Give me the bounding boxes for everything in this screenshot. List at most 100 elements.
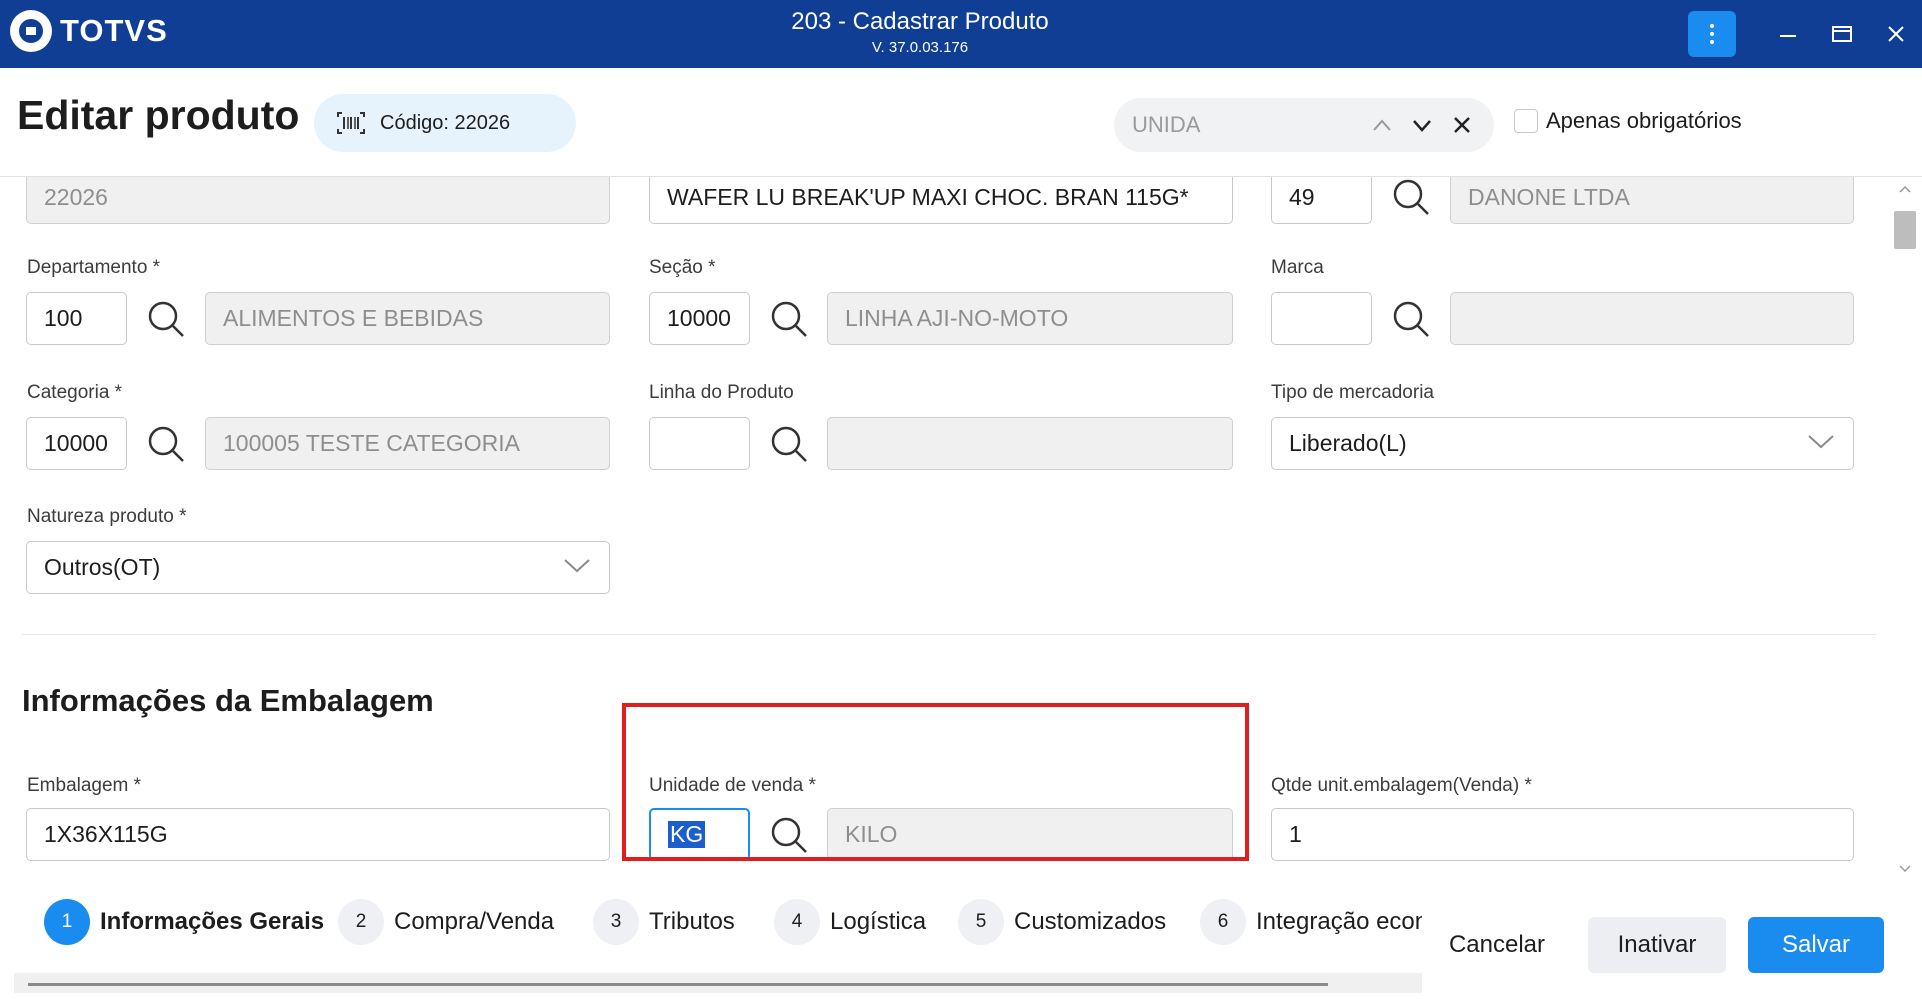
previous-match-button[interactable] [1368, 111, 1396, 139]
maximize-icon [1832, 26, 1852, 42]
kebab-menu-icon [1710, 22, 1714, 46]
linha-produto-label: Linha do Produto [649, 382, 794, 403]
marca-label: Marca [1271, 257, 1324, 278]
step-label: Customizados [1014, 908, 1167, 935]
tipo-mercadoria-select[interactable]: Liberado(L) [1271, 417, 1854, 470]
secao-code-field[interactable]: 10000 [649, 292, 750, 345]
step-tributos[interactable]: 3 Tributos [593, 899, 735, 945]
search-icon [771, 301, 807, 337]
step-label: Informações Gerais [100, 908, 325, 935]
step-number: 1 [44, 899, 90, 945]
product-code-field: 22026 [26, 177, 610, 224]
more-options-button[interactable] [1688, 11, 1736, 57]
barcode-icon [337, 112, 365, 134]
section-divider [22, 634, 1876, 635]
categoria-name-field: 100005 TESTE CATEGORIA [205, 417, 610, 470]
maximize-button[interactable] [1826, 18, 1858, 50]
window-title: 203 - Cadastrar Produto [791, 8, 1049, 35]
chevron-up-icon [1373, 119, 1391, 131]
step-customizados[interactable]: 5 Customizados [958, 899, 1166, 945]
scroll-up-arrow[interactable] [1897, 181, 1913, 197]
page-title: Editar produto [17, 92, 300, 138]
embalagem-field[interactable]: 1X36X115G [26, 808, 610, 861]
natureza-produto-select[interactable]: Outros(OT) [26, 541, 610, 594]
linha-produto-name-field [827, 417, 1233, 470]
search-icon [148, 301, 184, 337]
footer-bar: 1 Informações Gerais 2 Compra/Venda 3 Tr… [0, 883, 1922, 999]
field-search-input[interactable] [1132, 110, 1352, 140]
natureza-produto-value: Outros(OT) [44, 554, 161, 580]
product-code-badge: Código: 22026 [314, 94, 576, 152]
supplier-name-field: DANONE LTDA [1450, 177, 1854, 224]
close-icon [1454, 117, 1470, 133]
steps-scrollbar-thumb[interactable] [28, 983, 1328, 986]
vertical-scrollbar[interactable] [1890, 177, 1920, 883]
qtde-unit-field[interactable]: 1 [1271, 808, 1854, 861]
product-code-label: Código: 22026 [380, 111, 511, 134]
step-informacoes-gerais[interactable]: 1 Informações Gerais [44, 899, 324, 945]
wizard-steps: 1 Informações Gerais 2 Compra/Venda 3 Tr… [14, 893, 1422, 973]
chevron-down-icon [1899, 865, 1911, 873]
chevron-down-icon [1808, 435, 1834, 449]
form-scroll-area[interactable]: 22026 WAFER LU BREAK'UP MAXI CHOC. BRAN … [0, 177, 1890, 883]
step-label: Logística [830, 908, 927, 935]
chevron-up-icon [1899, 185, 1911, 193]
departamento-search-button[interactable] [144, 297, 188, 341]
step-logistica[interactable]: 4 Logística [774, 899, 926, 945]
search-icon [771, 426, 807, 462]
step-label: Integração econ [1256, 908, 1422, 935]
save-button[interactable]: Salvar [1748, 917, 1884, 973]
only-required-toggle[interactable]: Apenas obrigatórios [1514, 108, 1742, 134]
clear-search-button[interactable] [1448, 111, 1476, 139]
search-icon [1393, 179, 1429, 215]
close-window-button[interactable] [1880, 18, 1912, 50]
secao-name-field: LINHA AJI-NO-MOTO [827, 292, 1233, 345]
only-required-label: Apenas obrigatórios [1546, 108, 1742, 133]
chevron-down-icon [564, 559, 590, 573]
departamento-label: Departamento * [27, 257, 161, 278]
supplier-search-button[interactable] [1389, 177, 1433, 219]
linha-produto-search-button[interactable] [767, 422, 811, 466]
highlight-annotation-box [622, 703, 1249, 861]
minimize-icon [1780, 35, 1796, 37]
step-number: 4 [774, 899, 820, 945]
window-version: V. 37.0.03.176 [871, 39, 969, 56]
categoria-code-field[interactable]: 10000 [26, 417, 127, 470]
inactivate-button[interactable]: Inativar [1588, 917, 1726, 973]
embalagem-section-title: Informações da Embalagem [22, 683, 434, 718]
step-integracao[interactable]: 6 Integração econ [1200, 899, 1422, 945]
step-number: 3 [593, 899, 639, 945]
marca-code-field[interactable] [1271, 292, 1372, 345]
scrollbar-thumb[interactable] [1894, 211, 1916, 249]
departamento-code-field[interactable]: 100 [26, 292, 127, 345]
cancel-button[interactable]: Cancelar [1432, 917, 1562, 973]
next-match-button[interactable] [1408, 111, 1436, 139]
categoria-label: Categoria * [27, 382, 123, 403]
marca-search-button[interactable] [1389, 297, 1433, 341]
embalagem-label: Embalagem * [27, 775, 142, 796]
qtde-unit-label: Qtde unit.embalagem(Venda) * [1271, 775, 1532, 796]
chevron-down-icon [1413, 120, 1431, 132]
scroll-down-arrow[interactable] [1897, 861, 1913, 877]
step-number: 6 [1200, 899, 1246, 945]
tipo-mercadoria-value: Liberado(L) [1289, 430, 1407, 456]
step-label: Tributos [649, 908, 735, 935]
marca-name-field [1450, 292, 1854, 345]
secao-label: Seção * [649, 257, 716, 278]
search-icon [1393, 301, 1429, 337]
linha-produto-code-field[interactable] [649, 417, 750, 470]
minimize-button[interactable] [1772, 18, 1804, 50]
product-description-field[interactable]: WAFER LU BREAK'UP MAXI CHOC. BRAN 115G* [649, 177, 1233, 224]
step-label: Compra/Venda [394, 908, 555, 935]
only-required-checkbox[interactable] [1514, 109, 1538, 133]
tipo-mercadoria-label: Tipo de mercadoria [1271, 382, 1434, 403]
field-search-box [1114, 98, 1494, 152]
window-titlebar: TOTVS 203 - Cadastrar Produto V. 37.0.03… [0, 0, 1922, 68]
step-number: 2 [338, 899, 384, 945]
categoria-search-button[interactable] [144, 422, 188, 466]
secao-search-button[interactable] [767, 297, 811, 341]
supplier-code-field[interactable]: 49 [1271, 177, 1372, 224]
search-icon [148, 426, 184, 462]
step-compra-venda[interactable]: 2 Compra/Venda [338, 899, 554, 945]
departamento-name-field: ALIMENTOS E BEBIDAS [205, 292, 610, 345]
